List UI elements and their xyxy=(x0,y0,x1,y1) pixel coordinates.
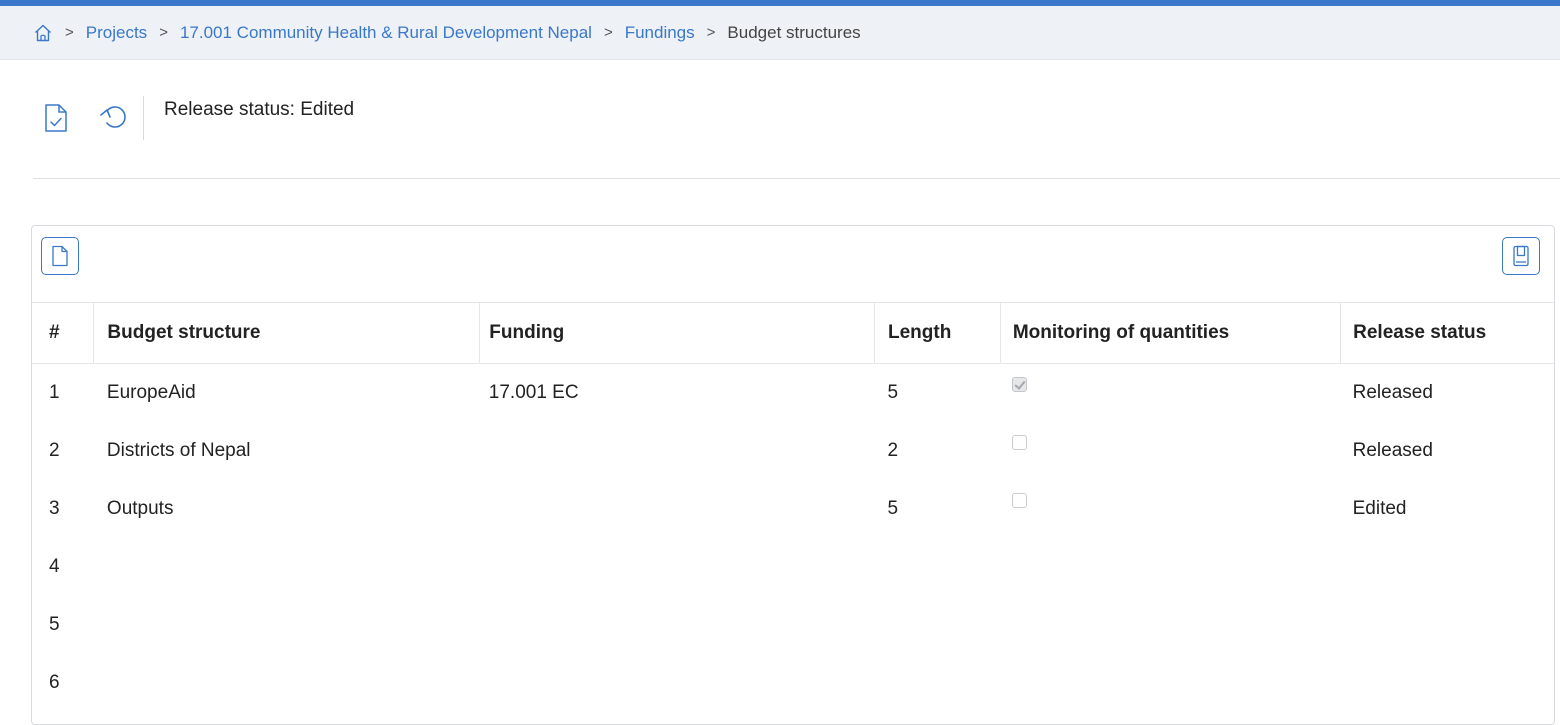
monitoring-cell xyxy=(1000,654,1340,712)
length-cell xyxy=(875,538,1001,596)
save-icon xyxy=(1513,245,1529,267)
budget-structure-cell: Outputs xyxy=(106,498,174,519)
budget-structure-cell: EuropeAid xyxy=(106,382,196,403)
funding-cell xyxy=(480,654,875,712)
undo-icon[interactable] xyxy=(97,98,129,138)
table-row[interactable]: 6 xyxy=(32,654,1554,712)
release-status-cell xyxy=(1341,538,1554,596)
budget-structure-cell xyxy=(94,654,480,712)
home-icon[interactable] xyxy=(33,23,53,43)
column-header-funding[interactable]: Funding xyxy=(479,303,875,364)
row-number: 1 xyxy=(49,382,60,403)
monitoring-checkbox[interactable] xyxy=(1012,493,1028,509)
table-header-row: # Budget structure Funding Length Monito… xyxy=(32,303,1554,364)
breadcrumb: > Projects > 17.001 Community Health & R… xyxy=(0,6,1560,60)
table-row[interactable]: 2 Districts of Nepal 2 Released xyxy=(32,422,1554,480)
length-cell: 2 xyxy=(887,440,899,461)
budget-structure-cell xyxy=(94,538,480,596)
release-status-cell: Released xyxy=(1352,440,1433,461)
breadcrumb-separator: > xyxy=(159,24,168,41)
breadcrumb-current: Budget structures xyxy=(727,22,861,42)
release-status-cell: Edited xyxy=(1352,498,1407,519)
table-row[interactable]: 3 Outputs 5 Edited xyxy=(32,480,1554,538)
column-header-budget-structure[interactable]: Budget structure xyxy=(93,303,480,364)
funding-cell xyxy=(480,538,875,596)
monitoring-cell xyxy=(1000,480,1340,538)
monitoring-cell xyxy=(1000,364,1340,423)
length-cell xyxy=(875,596,1001,654)
section-divider xyxy=(33,178,1560,179)
panel-toolbar xyxy=(32,226,1554,303)
page-toolbar: Release status: Edited xyxy=(40,94,354,142)
breadcrumb-fundings[interactable]: Fundings xyxy=(625,23,695,43)
monitoring-cell xyxy=(1000,538,1340,596)
funding-cell xyxy=(480,596,875,654)
funding-cell xyxy=(480,480,875,538)
breadcrumb-separator: > xyxy=(706,24,716,41)
breadcrumb-project[interactable]: 17.001 Community Health & Rural Developm… xyxy=(180,23,592,43)
monitoring-cell xyxy=(1000,422,1340,480)
breadcrumb-separator: > xyxy=(603,24,613,41)
breadcrumb-projects[interactable]: Projects xyxy=(86,23,147,43)
row-number: 3 xyxy=(49,498,60,519)
monitoring-cell xyxy=(1000,596,1340,654)
length-cell: 5 xyxy=(887,498,899,519)
new-document-icon xyxy=(52,245,68,267)
monitoring-checkbox[interactable] xyxy=(1012,435,1028,451)
monitoring-checkbox[interactable] xyxy=(1012,377,1028,393)
column-header-num[interactable]: # xyxy=(32,303,94,364)
release-status-cell xyxy=(1341,654,1554,712)
release-status-cell xyxy=(1341,596,1554,654)
length-cell: 5 xyxy=(887,382,899,403)
budget-structure-cell xyxy=(94,596,480,654)
toolbar-divider xyxy=(143,96,144,140)
save-button[interactable] xyxy=(1502,237,1540,275)
table-row[interactable]: 5 xyxy=(32,596,1554,654)
budget-structures-panel: # Budget structure Funding Length Monito… xyxy=(31,225,1555,725)
table-row[interactable]: 1 EuropeAid 17.001 EC 5 Released xyxy=(32,364,1554,423)
row-number: 4 xyxy=(49,556,60,577)
column-header-monitoring[interactable]: Monitoring of quantities xyxy=(999,303,1341,364)
release-status-cell: Released xyxy=(1352,382,1433,403)
breadcrumb-separator: > xyxy=(65,24,74,41)
table-row[interactable]: 4 xyxy=(32,538,1554,596)
funding-cell: 17.001 EC xyxy=(488,382,579,403)
row-number: 5 xyxy=(49,614,60,635)
row-number: 2 xyxy=(49,440,60,461)
column-header-length[interactable]: Length xyxy=(874,303,1001,364)
release-status-label: Release status: Edited xyxy=(164,99,355,120)
row-number: 6 xyxy=(49,672,60,693)
funding-cell xyxy=(480,422,875,480)
column-header-release-status[interactable]: Release status xyxy=(1340,303,1554,364)
budget-structures-table: # Budget structure Funding Length Monito… xyxy=(32,303,1554,712)
budget-structure-cell: Districts of Nepal xyxy=(106,440,251,461)
new-button[interactable] xyxy=(41,237,79,275)
length-cell xyxy=(875,654,1001,712)
document-check-icon[interactable] xyxy=(40,98,72,138)
